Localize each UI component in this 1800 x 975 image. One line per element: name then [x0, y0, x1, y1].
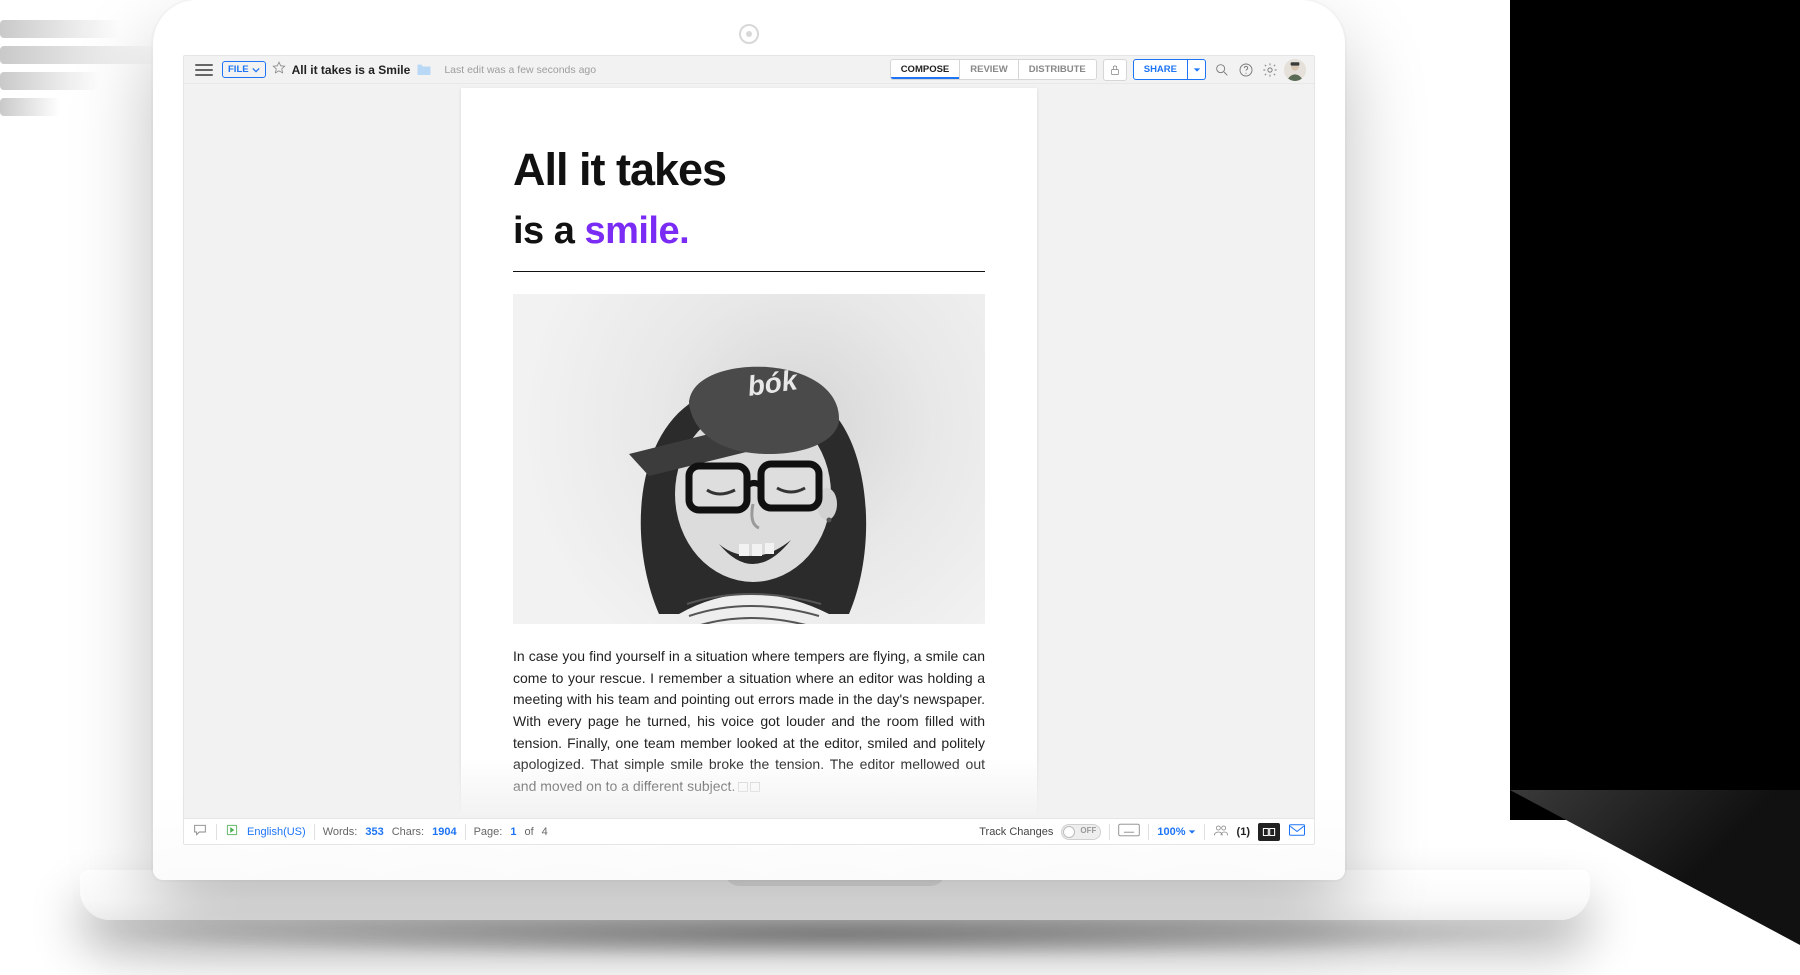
- reading-view-button[interactable]: [1258, 823, 1280, 841]
- laptop-frame: FILE All it takes is a Smile Last edit w…: [153, 0, 1345, 880]
- folder-icon[interactable]: [416, 62, 432, 78]
- collaborators-icon[interactable]: [1213, 823, 1229, 840]
- document-canvas[interactable]: All it takes is a smile.: [184, 84, 1314, 818]
- share-dropdown-button[interactable]: [1188, 59, 1206, 80]
- horizontal-rule: [513, 271, 985, 272]
- gear-icon[interactable]: [1260, 60, 1280, 80]
- keyboard-icon[interactable]: [1118, 823, 1140, 840]
- live-sync-icon[interactable]: [225, 823, 239, 840]
- tab-distribute[interactable]: DISTRIBUTE: [1018, 60, 1096, 79]
- document-page[interactable]: All it takes is a smile.: [461, 88, 1037, 818]
- top-toolbar: FILE All it takes is a Smile Last edit w…: [184, 56, 1314, 84]
- track-changes-toggle[interactable]: OFF: [1061, 824, 1101, 840]
- camera-icon: [739, 24, 759, 44]
- page-label: Page:: [474, 826, 503, 838]
- share-button-group: SHARE: [1133, 59, 1206, 80]
- language-selector[interactable]: English(US): [247, 826, 306, 838]
- comments-icon[interactable]: [192, 822, 208, 841]
- mode-switch-group: COMPOSE REVIEW DISTRIBUTE: [890, 59, 1097, 80]
- last-edit-status: Last edit was a few seconds ago: [444, 64, 596, 76]
- user-avatar[interactable]: [1284, 59, 1306, 81]
- page-total: 4: [542, 826, 548, 838]
- decorative-black-panel: [1510, 0, 1800, 820]
- file-menu-label: FILE: [228, 64, 249, 75]
- search-icon[interactable]: [1212, 60, 1232, 80]
- document-image[interactable]: bók: [513, 294, 985, 624]
- tab-review[interactable]: REVIEW: [959, 60, 1017, 79]
- feedback-icon[interactable]: [1288, 823, 1306, 840]
- chars-value[interactable]: 1904: [432, 826, 456, 838]
- collaborators-count: (1): [1237, 826, 1250, 838]
- page-current[interactable]: 1: [510, 826, 516, 838]
- heading-line-1[interactable]: All it takes: [513, 144, 985, 196]
- file-menu-button[interactable]: FILE: [222, 61, 266, 78]
- share-button[interactable]: SHARE: [1133, 59, 1188, 80]
- zoom-value: 100%: [1157, 826, 1185, 838]
- words-value[interactable]: 353: [365, 826, 383, 838]
- canvas-bottom-fade: [184, 758, 1314, 818]
- heading-line-2[interactable]: is a smile.: [513, 210, 985, 253]
- track-changes-label: Track Changes: [979, 826, 1053, 838]
- document-title[interactable]: All it takes is a Smile: [292, 63, 411, 77]
- tab-compose[interactable]: COMPOSE: [891, 60, 960, 79]
- lock-button[interactable]: [1103, 59, 1127, 81]
- heading-line-2-prefix: is a: [513, 210, 584, 252]
- app-window: FILE All it takes is a Smile Last edit w…: [183, 55, 1315, 845]
- track-changes-state: OFF: [1080, 826, 1096, 835]
- words-label: Words:: [323, 826, 358, 838]
- chars-label: Chars:: [392, 826, 424, 838]
- star-icon[interactable]: [272, 61, 286, 78]
- hamburger-menu-button[interactable]: [192, 60, 216, 80]
- help-icon[interactable]: [1236, 60, 1256, 80]
- status-bar: English(US) Words: 353 Chars: 1904 Page:…: [184, 818, 1314, 844]
- page-total-prefix: of: [524, 826, 533, 838]
- zoom-control[interactable]: 100%: [1157, 826, 1195, 838]
- heading-line-2-accent: smile.: [584, 210, 689, 252]
